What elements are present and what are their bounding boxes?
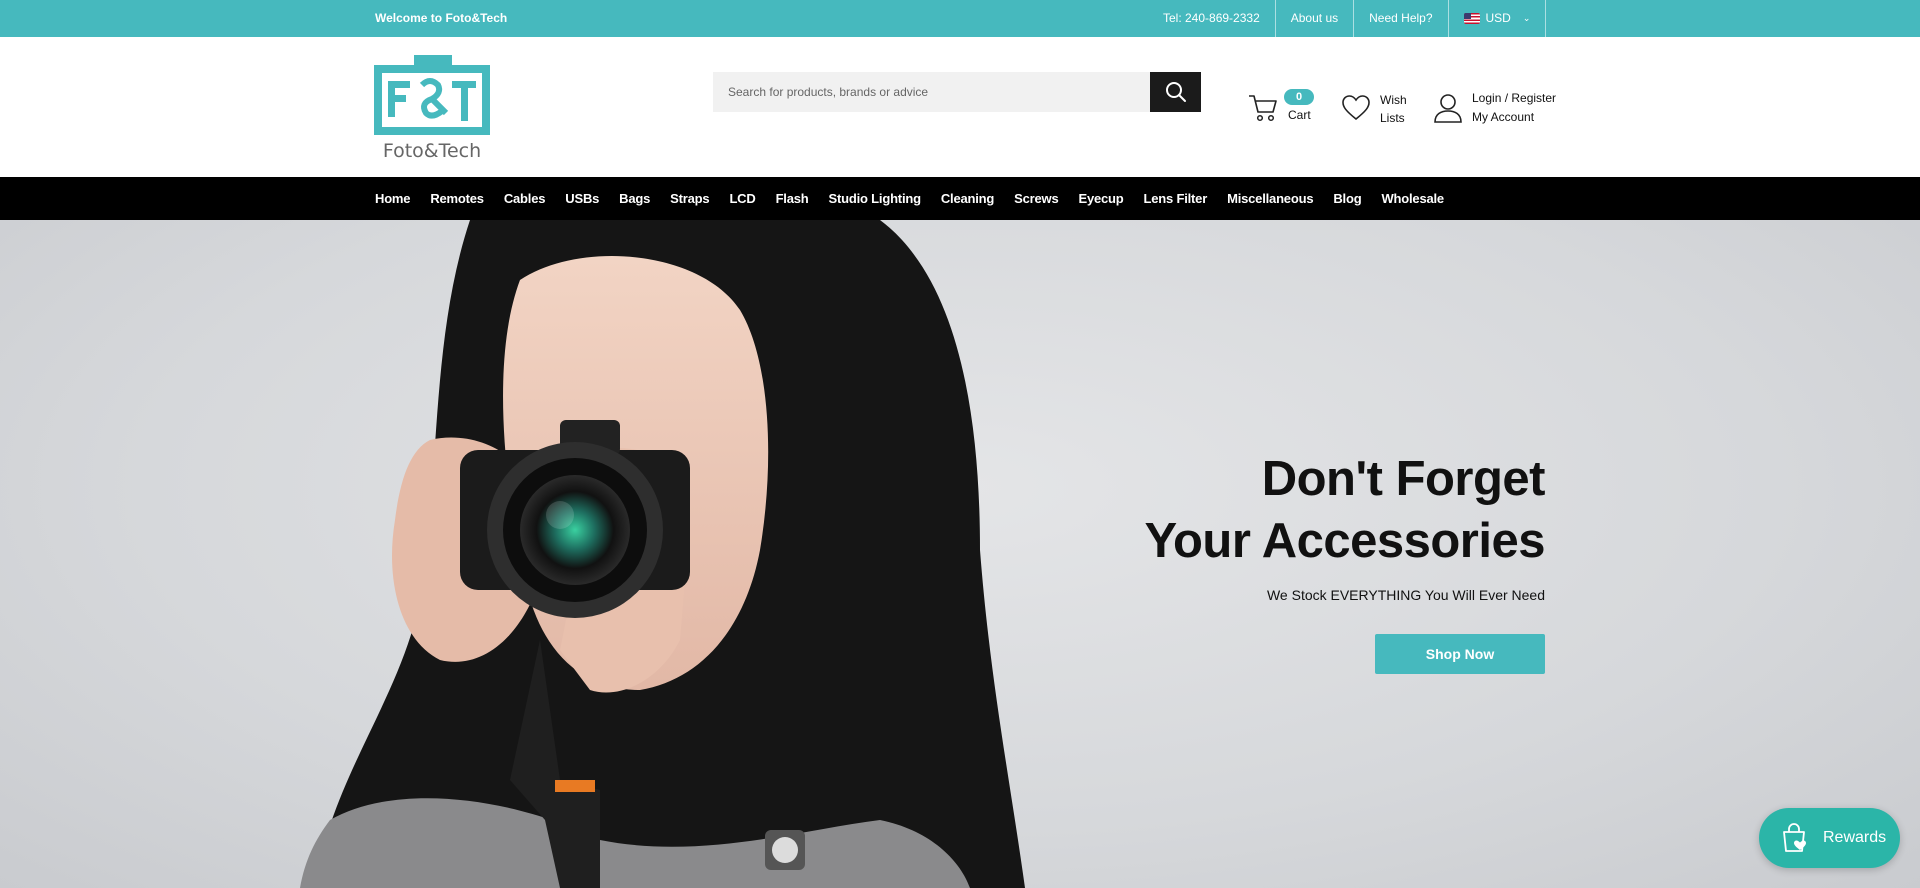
chevron-down-icon: ⌄ bbox=[1522, 13, 1531, 23]
hero-banner: Don't Forget Your Accessories We Stock E… bbox=[0, 220, 1920, 888]
hero-title-line1: Don't Forget bbox=[1261, 452, 1546, 506]
hero-title: Don't Forget Your Accessories bbox=[1144, 448, 1545, 572]
search-input[interactable] bbox=[713, 72, 1150, 112]
site-logo[interactable]: Foto&Tech bbox=[374, 55, 490, 162]
nav-item-lens-filter[interactable]: Lens Filter bbox=[1144, 177, 1208, 220]
logo-wordmark: Foto&Tech bbox=[383, 140, 481, 160]
cart-count-badge: 0 bbox=[1284, 89, 1314, 105]
search-button[interactable] bbox=[1150, 72, 1201, 112]
hero-subtitle: We Stock EVERYTHING You Will Ever Need bbox=[1266, 587, 1545, 603]
cart-button[interactable]: 0 Cart bbox=[1248, 89, 1318, 129]
nav-item-eyecup[interactable]: Eyecup bbox=[1078, 177, 1123, 220]
top-bar-links: Tel: 240-869-2332 About us Need Help? US… bbox=[1148, 0, 1547, 37]
top-bar: Welcome to Foto&Tech Tel: 240-869-2332 A… bbox=[0, 0, 1920, 37]
site-header: Foto&Tech 0 Cart Wish Lists Logi bbox=[0, 37, 1920, 177]
nav-item-screws[interactable]: Screws bbox=[1014, 177, 1059, 220]
logo-icon: Foto&Tech bbox=[374, 55, 490, 162]
cart-label: Cart bbox=[1288, 108, 1311, 122]
nav-item-usbs[interactable]: USBs bbox=[565, 177, 599, 220]
heart-icon bbox=[1342, 95, 1370, 121]
nav-item-lcd[interactable]: LCD bbox=[729, 177, 755, 220]
about-link[interactable]: About us bbox=[1276, 0, 1355, 37]
nav-item-straps[interactable]: Straps bbox=[670, 177, 709, 220]
rewards-label: Rewards bbox=[1823, 829, 1887, 846]
nav-item-remotes[interactable]: Remotes bbox=[430, 177, 484, 220]
account-button[interactable]: Login / Register My Account bbox=[1434, 89, 1564, 129]
nav-item-blog[interactable]: Blog bbox=[1333, 177, 1361, 220]
nav-item-studio-lighting[interactable]: Studio Lighting bbox=[829, 177, 922, 220]
wishlist-button[interactable]: Wish Lists bbox=[1342, 89, 1422, 129]
us-flag-icon bbox=[1463, 13, 1480, 24]
search-icon bbox=[1165, 82, 1186, 102]
help-link[interactable]: Need Help? bbox=[1354, 0, 1449, 37]
hero-title-line2: Your Accessories bbox=[1144, 514, 1545, 568]
my-account-label: My Account bbox=[1472, 110, 1535, 124]
shop-now-button[interactable]: Shop Now bbox=[1375, 634, 1545, 674]
welcome-text: Welcome to Foto&Tech bbox=[375, 11, 508, 25]
nav-item-cables[interactable]: Cables bbox=[504, 177, 546, 220]
nav-item-flash[interactable]: Flash bbox=[776, 177, 809, 220]
shopping-bag-heart-icon bbox=[1783, 823, 1806, 852]
phone-link[interactable]: Tel: 240-869-2332 bbox=[1148, 0, 1276, 37]
wishlist-label: Wish Lists bbox=[1380, 93, 1407, 125]
nav-item-home[interactable]: Home bbox=[375, 177, 411, 220]
main-nav: Home Remotes Cables USBs Bags Straps LCD… bbox=[0, 177, 1920, 220]
currency-label: USD bbox=[1485, 11, 1511, 25]
user-icon bbox=[1434, 94, 1462, 123]
nav-item-cleaning[interactable]: Cleaning bbox=[941, 177, 994, 220]
nav-item-bags[interactable]: Bags bbox=[619, 177, 650, 220]
nav-item-miscellaneous[interactable]: Miscellaneous bbox=[1227, 177, 1313, 220]
hero-photo-image bbox=[300, 220, 1025, 888]
rewards-button[interactable]: Rewards bbox=[1759, 808, 1900, 868]
currency-selector[interactable]: USD ⌄ bbox=[1449, 0, 1547, 37]
cart-icon bbox=[1249, 95, 1277, 122]
nav-item-wholesale[interactable]: Wholesale bbox=[1381, 177, 1444, 220]
search-bar bbox=[713, 72, 1201, 112]
login-register-link[interactable]: Login / Register bbox=[1472, 91, 1556, 105]
